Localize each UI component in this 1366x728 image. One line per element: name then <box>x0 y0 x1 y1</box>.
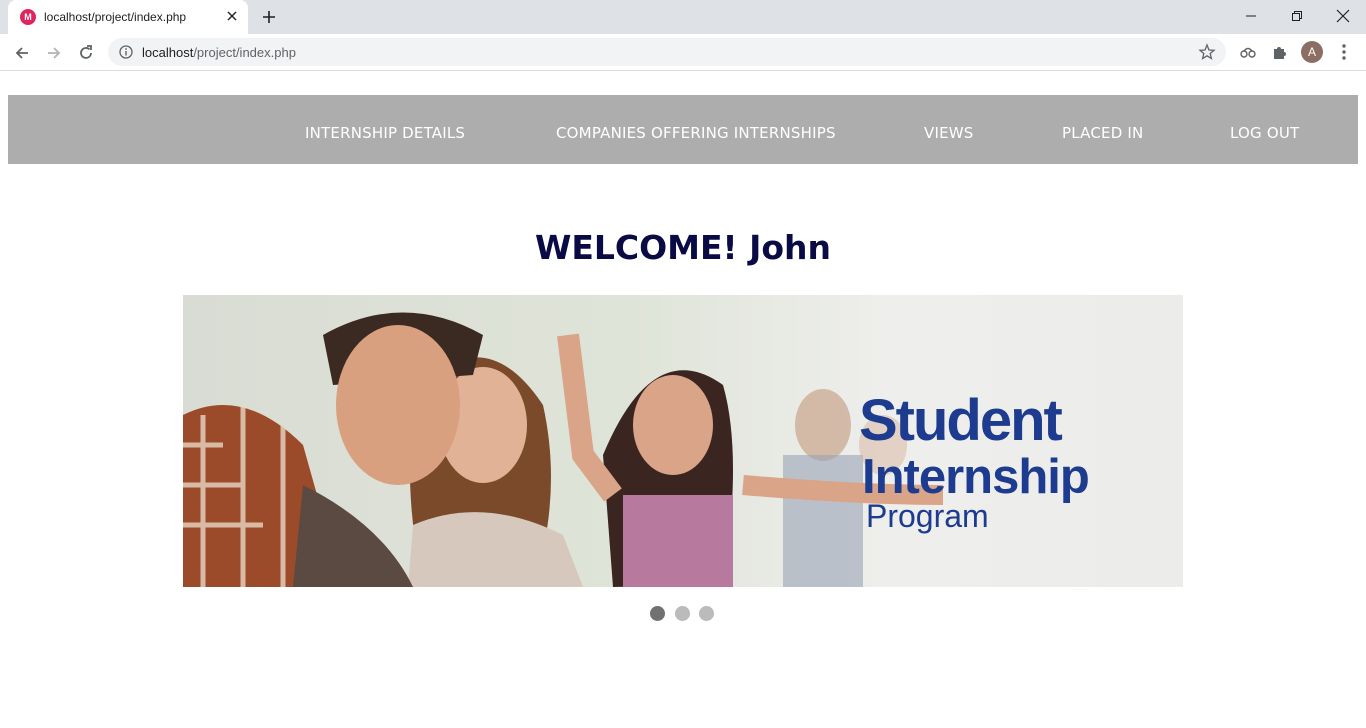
slideshow-dots <box>650 606 720 622</box>
url-text[interactable]: localhost/project/index.php <box>142 45 296 60</box>
address-bar[interactable]: localhost/project/index.php <box>108 38 1226 66</box>
nav-views[interactable]: VIEWS <box>924 95 974 164</box>
url-host: localhost <box>142 45 194 60</box>
browser-toolbar: localhost/project/index.php A <box>0 34 1366 71</box>
students-photo: Student Internship Program <box>183 295 1183 587</box>
bookmark-star-icon[interactable] <box>1198 43 1216 61</box>
reload-icon[interactable] <box>74 41 98 65</box>
slide-text-internship: Internship <box>862 450 1089 504</box>
favicon-icon: M <box>20 9 36 25</box>
tab-strip: M localhost/project/index.php <box>0 0 1366 34</box>
more-menu-icon[interactable] <box>1334 42 1354 62</box>
info-icon[interactable] <box>119 45 133 59</box>
slide-text-program: Program <box>866 498 989 534</box>
welcome-heading: WELCOME! John <box>534 228 832 267</box>
nav-internship-details[interactable]: INTERNSHIP DETAILS <box>305 95 465 164</box>
slide-text-student: Student <box>859 388 1063 453</box>
back-arrow-icon[interactable] <box>10 41 34 65</box>
minimize-icon[interactable] <box>1228 0 1274 32</box>
close-icon[interactable] <box>224 8 240 24</box>
window-close-icon[interactable] <box>1320 0 1366 32</box>
slide-dot-3[interactable] <box>699 606 714 621</box>
restore-icon[interactable] <box>1274 0 1320 32</box>
puzzle-icon[interactable] <box>1270 42 1290 62</box>
extension-icon[interactable] <box>1238 42 1258 62</box>
forward-arrow-icon[interactable] <box>42 41 66 65</box>
site-navbar: INTERNSHIP DETAILS COMPANIES OFFERING IN… <box>8 95 1358 164</box>
new-tab-icon[interactable] <box>260 8 278 26</box>
avatar[interactable]: A <box>1301 41 1323 63</box>
url-path: /project/index.php <box>193 45 296 60</box>
slide-dot-2[interactable] <box>675 606 690 621</box>
nav-placed-in[interactable]: PLACED IN <box>1062 95 1143 164</box>
tab-title: localhost/project/index.php <box>44 10 187 24</box>
slide-dot-1[interactable] <box>650 606 665 621</box>
slideshow-image: Student Internship Program <box>183 295 1183 587</box>
browser-tab[interactable]: M localhost/project/index.php <box>8 0 248 34</box>
nav-companies-offering-internships[interactable]: COMPANIES OFFERING INTERNSHIPS <box>556 95 836 164</box>
nav-log-out[interactable]: LOG OUT <box>1230 95 1299 164</box>
